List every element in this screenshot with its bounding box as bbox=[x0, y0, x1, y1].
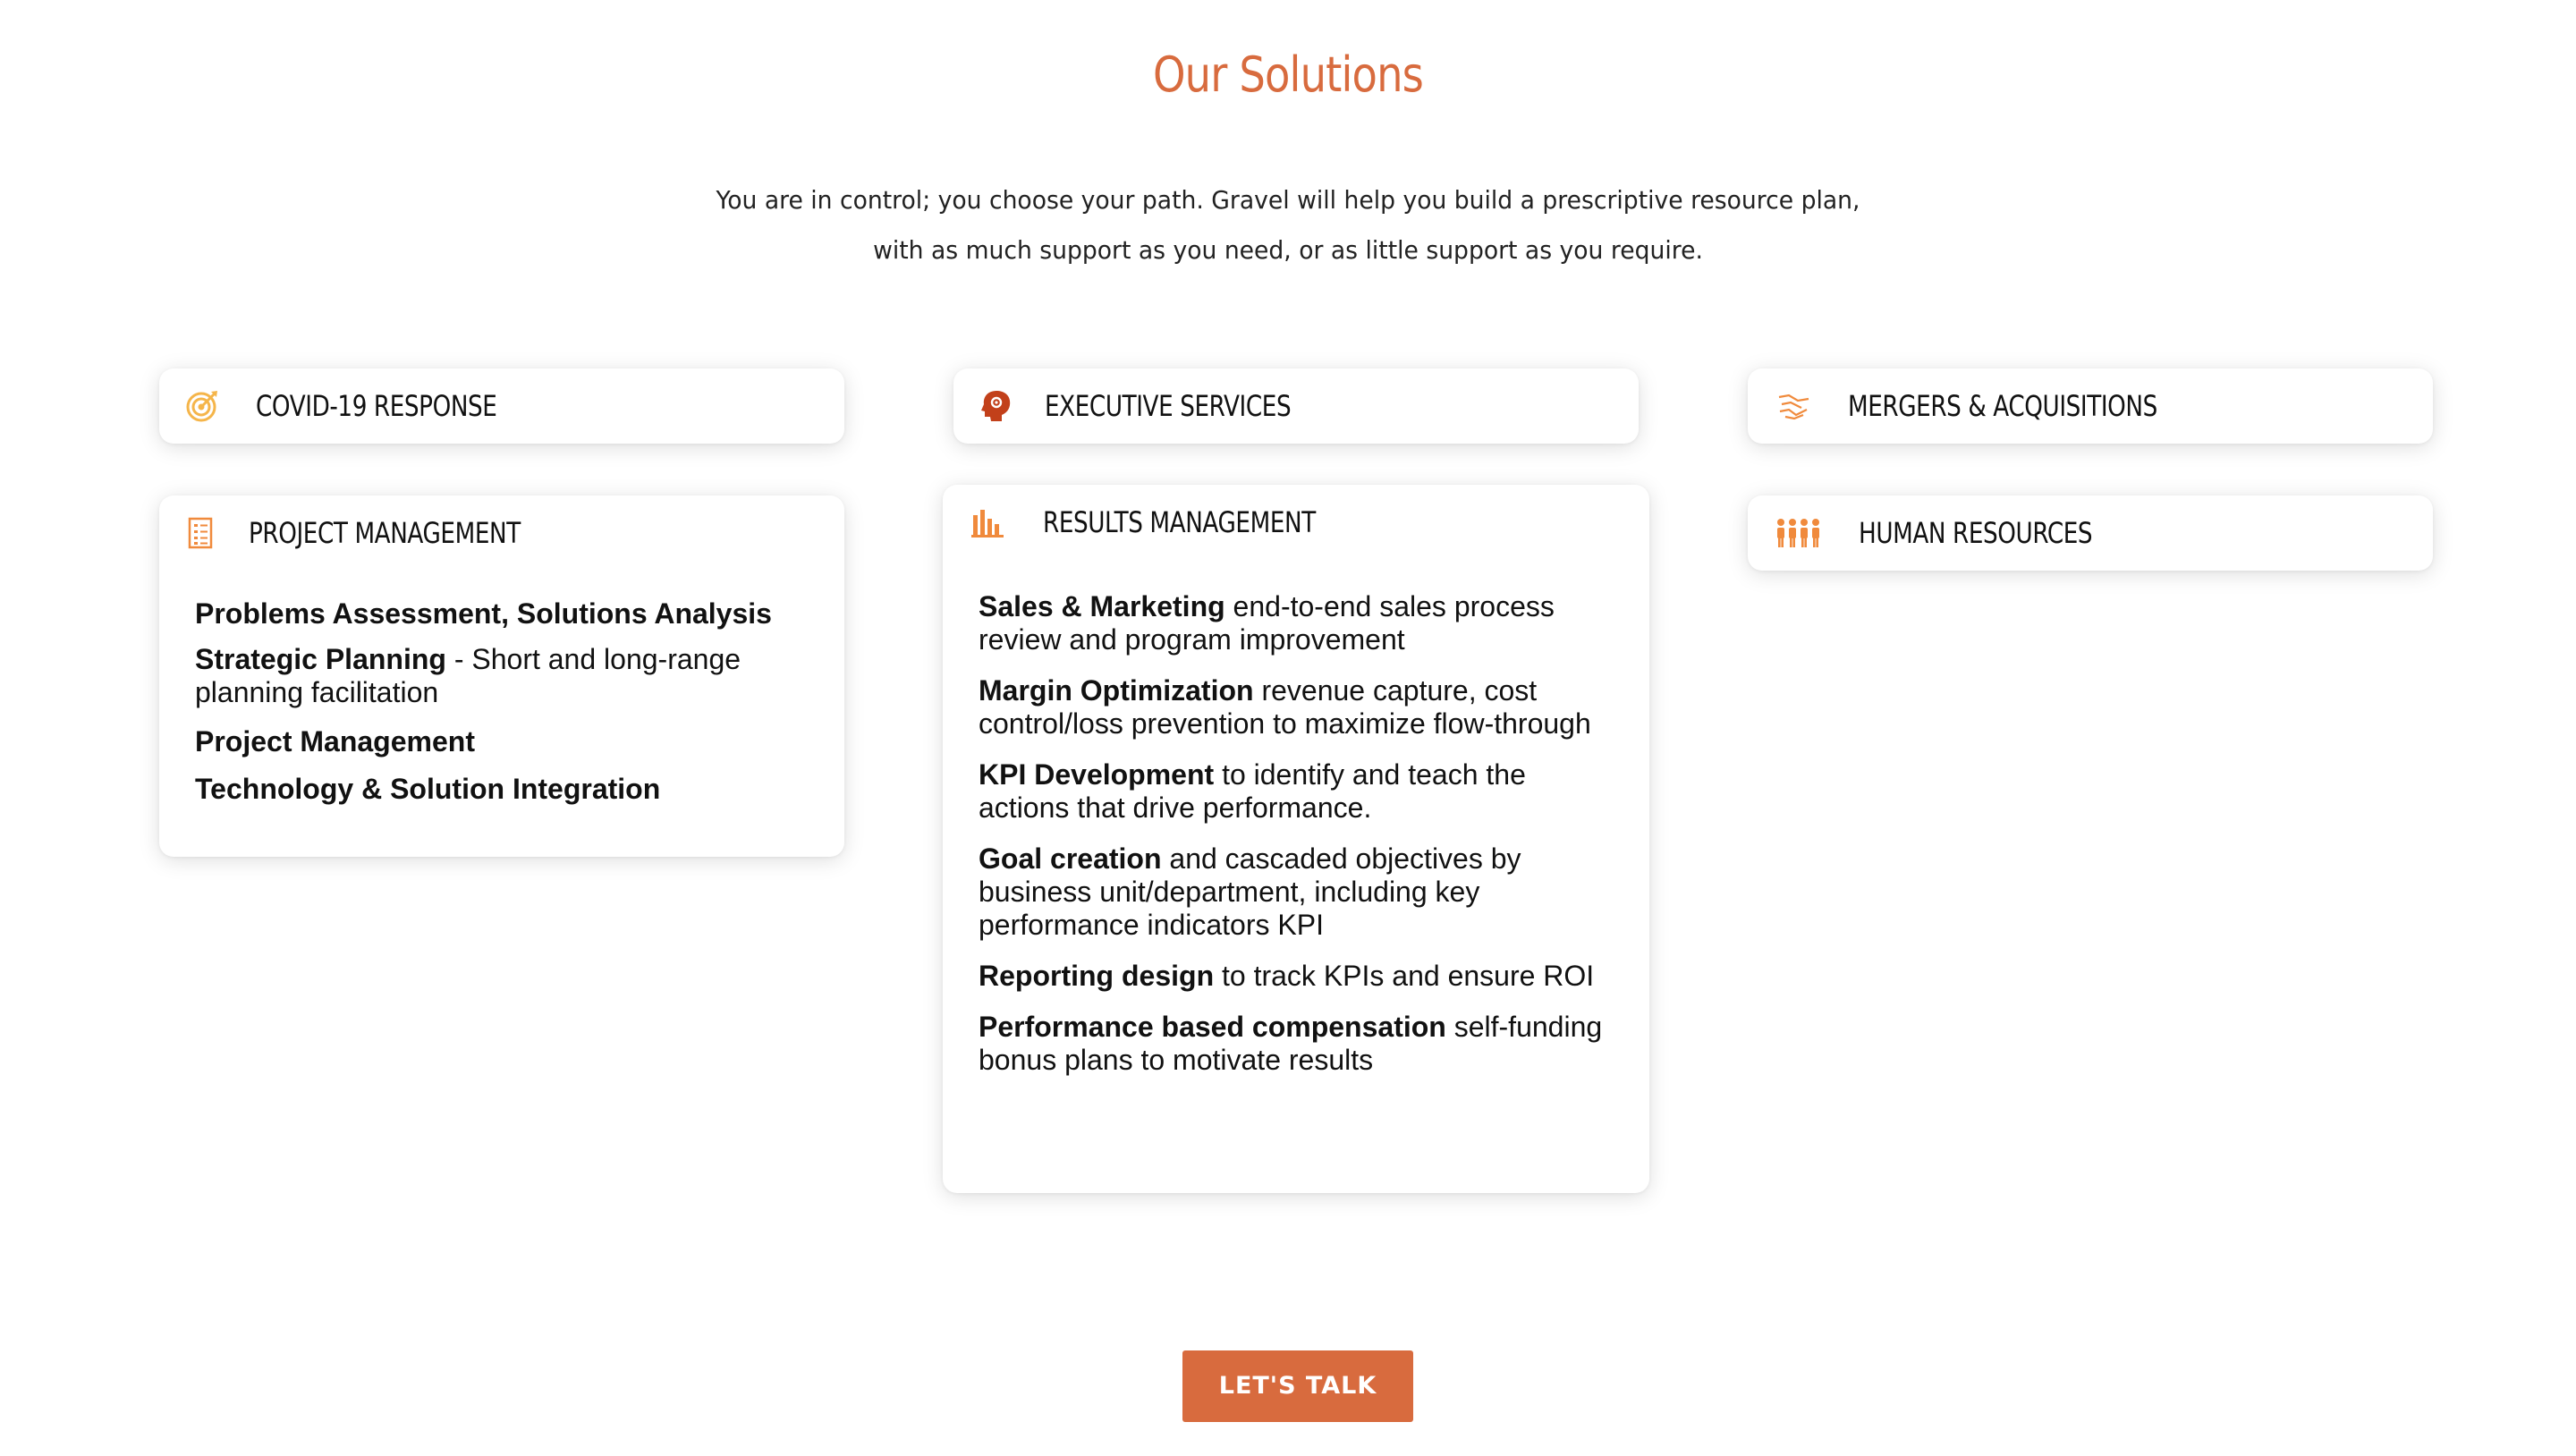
card-covid-response[interactable]: COVID-19 RESPONSE bbox=[159, 368, 844, 444]
card-label: MERGERS & ACQUISITIONS bbox=[1848, 389, 2157, 423]
list-item: Technology & Solution Integration bbox=[195, 773, 661, 805]
intro-line-1: You are in control; you choose your path… bbox=[716, 185, 1860, 215]
bar-chart-icon bbox=[970, 504, 1005, 540]
card-results-management[interactable]: RESULTS MANAGEMENT Sales & Marketing end… bbox=[943, 485, 1649, 1193]
list-item: Reporting design to track KPIs and ensur… bbox=[979, 960, 1595, 992]
intro-text: You are in control; you choose your path… bbox=[64, 175, 2512, 275]
list-item: KPI Development to identify and teach th… bbox=[979, 758, 1526, 824]
card-project-management[interactable]: PROJECT MANAGEMENT Problems Assessment, … bbox=[159, 495, 844, 857]
intro-line-2: with as much support as you need, or as … bbox=[873, 235, 1703, 265]
list-item: Project Management bbox=[195, 725, 475, 758]
lets-talk-button[interactable]: LET'S TALK bbox=[1182, 1350, 1413, 1422]
card-label: EXECUTIVE SERVICES bbox=[1045, 389, 1292, 423]
brain-gear-icon bbox=[979, 388, 1014, 424]
card-body: Problems Assessment, Solutions Analysis … bbox=[195, 597, 816, 824]
card-label: COVID-19 RESPONSE bbox=[256, 389, 497, 423]
handshake-icon bbox=[1776, 388, 1812, 424]
card-mergers-acquisitions[interactable]: MERGERS & ACQUISITIONS bbox=[1748, 368, 2433, 444]
card-executive-services[interactable]: EXECUTIVE SERVICES bbox=[953, 368, 1639, 444]
list-item: Margin Optimization revenue capture, cos… bbox=[979, 674, 1591, 740]
target-icon bbox=[184, 388, 220, 424]
card-label: RESULTS MANAGEMENT bbox=[1043, 505, 1316, 539]
list-item: Sales & Marketing end-to-end sales proce… bbox=[979, 590, 1555, 656]
card-label: HUMAN RESOURCES bbox=[1859, 516, 2093, 550]
list-item: Performance based compensation self-fund… bbox=[979, 1011, 1603, 1076]
list-item: Problems Assessment, Solutions Analysis bbox=[195, 597, 772, 630]
card-human-resources[interactable]: HUMAN RESOURCES bbox=[1748, 495, 2433, 571]
list-item: Strategic Planning - Short and long-rang… bbox=[195, 643, 741, 708]
checklist-icon bbox=[182, 515, 218, 551]
page-title: Our Solutions bbox=[1152, 47, 1424, 103]
card-body: Sales & Marketing end-to-end sales proce… bbox=[979, 590, 1612, 1095]
list-item: Goal creation and cascaded objectives by… bbox=[979, 842, 1521, 941]
people-group-icon bbox=[1775, 515, 1823, 551]
card-label: PROJECT MANAGEMENT bbox=[249, 516, 521, 550]
